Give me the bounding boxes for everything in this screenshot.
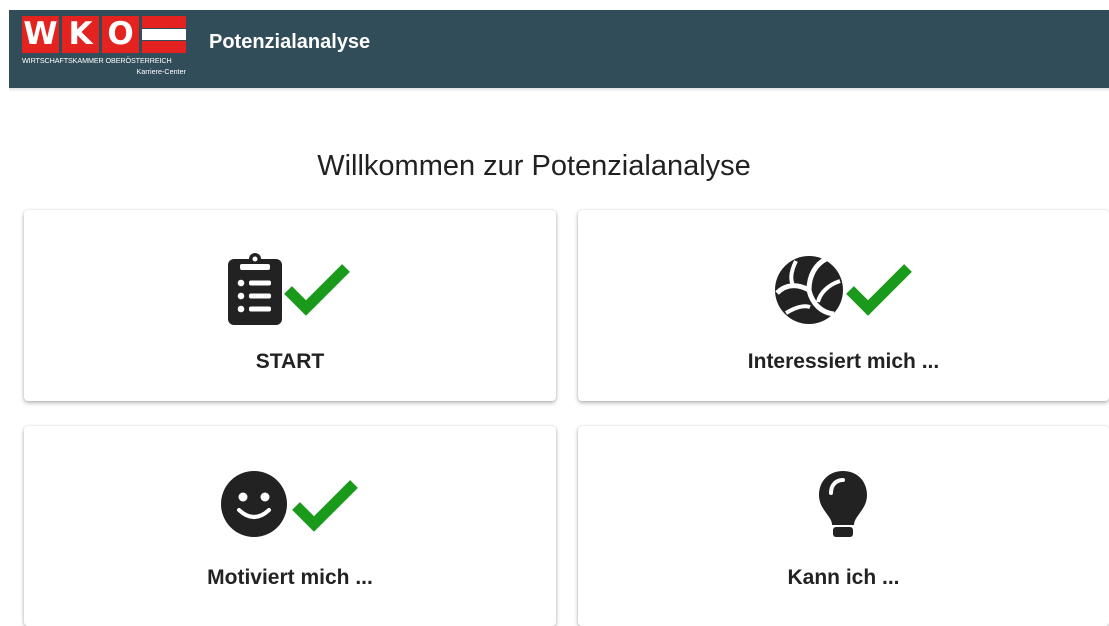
checkmark-icon [844,262,914,321]
logo-subtitle: WIRTSCHAFTSKAMMER OBERÖSTERREICH [22,56,172,65]
page-heading: Willkommen zur Potenzialanalyse [317,150,751,182]
checkmark-icon [290,478,360,537]
header-shadow [9,88,1109,92]
card-label: Motiviert mich ... [207,566,373,589]
logo-letter-w: W [22,16,59,53]
app-title: Potenzialanalyse [209,31,371,53]
card-interessiert-mich[interactable]: Interessiert mich ... [578,210,1109,401]
logo-subtitle-2: Karriere-Center [136,67,186,76]
card-label: Interessiert mich ... [747,350,940,373]
card-kann-ich[interactable]: Kann ich ... [578,426,1109,626]
app-header: W K O WIRTSCHAFTSKAMMER OBERÖSTERREICH K… [9,10,1109,88]
logo-letter-o: O [102,16,139,53]
card-start[interactable]: START [24,210,556,401]
checkmark-icon [282,262,352,321]
card-label: Kann ich ... [787,566,900,589]
volleyball-icon [774,255,844,330]
wko-logo[interactable]: W K O WIRTSCHAFTSKAMMER OBERÖSTERREICH K… [22,16,192,82]
smiley-icon [220,470,288,543]
card-label: START [255,350,325,373]
lightbulb-icon [817,469,869,546]
card-motiviert-mich[interactable]: Motiviert mich ... [24,426,556,626]
logo-flag [142,16,186,53]
clipboard-list-icon [228,253,282,330]
page-margin [0,0,9,610]
logo-letter-k: K [62,16,99,53]
